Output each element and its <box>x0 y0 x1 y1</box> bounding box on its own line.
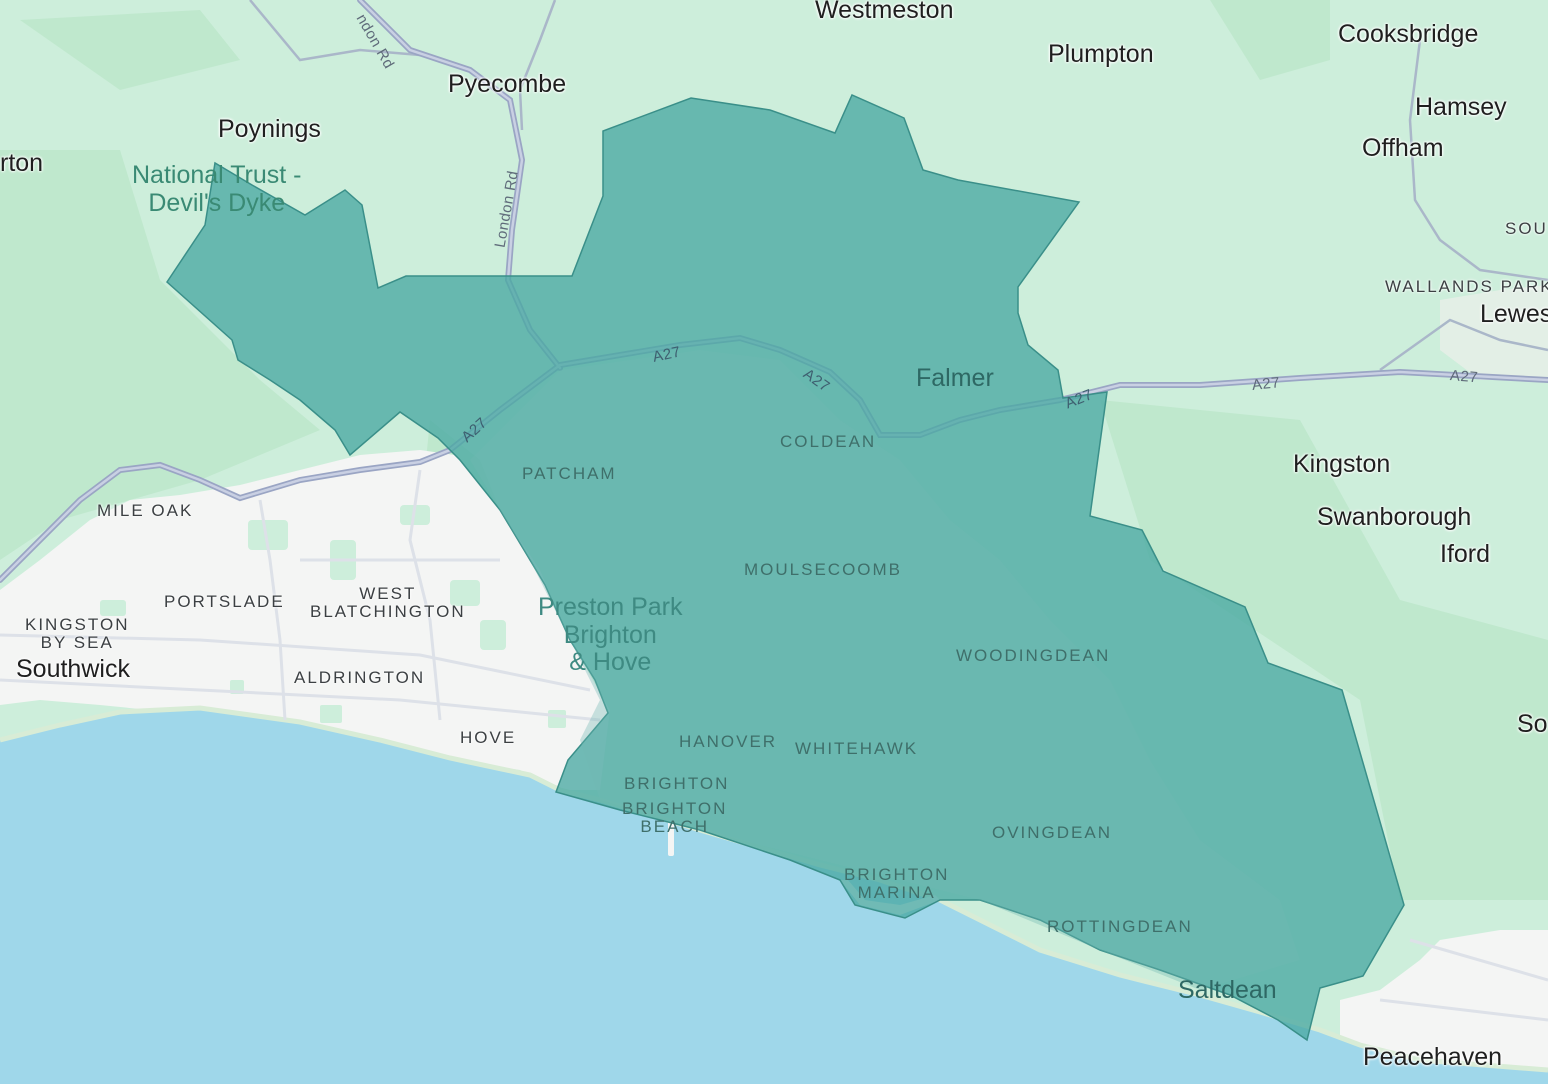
place-label-southwick: Southwick <box>16 655 130 683</box>
place-label-westmeston: Westmeston <box>815 0 954 24</box>
park-label-devils-dyke-line2: Devil's Dyke <box>148 188 286 217</box>
district-label-kingston-by-sea-line2: BY SEA <box>40 632 114 652</box>
district-label-brighton: BRIGHTON <box>624 774 730 793</box>
district-label-whitehawk: WHITEHAWK <box>795 739 919 758</box>
road-label-a27-lewes: A27 <box>1449 367 1479 387</box>
place-label-falmer: Falmer <box>916 364 994 392</box>
district-label-west-blatchington: WEST BLATCHINGTON <box>310 585 466 621</box>
park-label-preston-park-line3: & Hove <box>569 648 652 676</box>
district-label-portslade: PORTSLADE <box>164 592 285 611</box>
park-label-devils-dyke-line1: National Trust - <box>132 161 302 189</box>
place-label-so: So <box>1517 710 1548 738</box>
place-label-rton: rton <box>0 149 44 177</box>
district-label-ovingdean: OVINGDEAN <box>992 823 1113 842</box>
place-label-plumpton: Plumpton <box>1048 40 1154 68</box>
district-label-moulsecoomb: MOULSECOOMB <box>744 560 903 579</box>
district-label-brighton-marina: BRIGHTON MARINA <box>844 866 949 902</box>
district-label-hanover: HANOVER <box>679 732 778 751</box>
place-label-saltdean: Saltdean <box>1178 976 1277 1004</box>
place-label-hamsey: Hamsey <box>1415 93 1507 121</box>
district-label-mile-oak: MILE OAK <box>97 501 194 520</box>
district-label-patcham: PATCHAM <box>522 464 617 483</box>
place-label-wallands-park: WALLANDS PARK <box>1385 277 1548 296</box>
place-label-cooksbridge: Cooksbridge <box>1338 20 1479 48</box>
district-label-coldean: COLDEAN <box>780 432 877 451</box>
district-label-west-blatchington-line2: BLATCHINGTON <box>310 601 466 621</box>
district-label-brighton-beach: BRIGHTON BEACH <box>622 800 727 836</box>
road-label-a27-kingston: A27 <box>1251 374 1281 394</box>
place-label-south-cut: SOUT <box>1505 219 1548 238</box>
park-label-devils-dyke: National Trust - Devil's Dyke <box>132 161 302 217</box>
district-label-brighton-beach-line1: BRIGHTON <box>622 799 728 818</box>
place-label-poynings: Poynings <box>218 115 321 143</box>
park-label-preston-park-line2: Brighton <box>563 620 657 649</box>
place-label-peacehaven: Peacehaven <box>1363 1043 1503 1071</box>
district-label-woodingdean: WOODINGDEAN <box>956 646 1111 665</box>
place-label-pyecombe: Pyecombe <box>448 70 567 98</box>
park-label-preston-park-line1: Preston Park <box>538 593 683 621</box>
district-label-kingston-by-sea-line1: KINGSTON <box>25 615 130 634</box>
district-label-brighton-marina-line1: BRIGHTON <box>844 865 950 884</box>
district-label-aldrington: ALDRINGTON <box>294 668 426 687</box>
district-label-hove: HOVE <box>460 728 517 747</box>
place-label-lewes: Lewes <box>1480 300 1548 328</box>
place-label-iford: Iford <box>1440 540 1491 568</box>
place-label-swanborough: Swanborough <box>1317 503 1472 531</box>
park-label-preston-park: Preston Park Brighton & Hove <box>538 593 683 677</box>
place-label-kingston: Kingston <box>1293 450 1391 478</box>
place-label-offham: Offham <box>1362 134 1444 162</box>
district-label-west-blatchington-line1: WEST <box>359 584 417 603</box>
district-label-rottingdean: ROTTINGDEAN <box>1047 917 1193 936</box>
district-label-brighton-beach-line2: BEACH <box>640 816 709 836</box>
district-label-kingston-by-sea: KINGSTON BY SEA <box>25 616 129 652</box>
map-canvas[interactable]: Westmeston Plumpton Cooksbridge Pyecombe… <box>0 0 1548 1084</box>
district-label-brighton-marina-line2: MARINA <box>857 882 936 902</box>
